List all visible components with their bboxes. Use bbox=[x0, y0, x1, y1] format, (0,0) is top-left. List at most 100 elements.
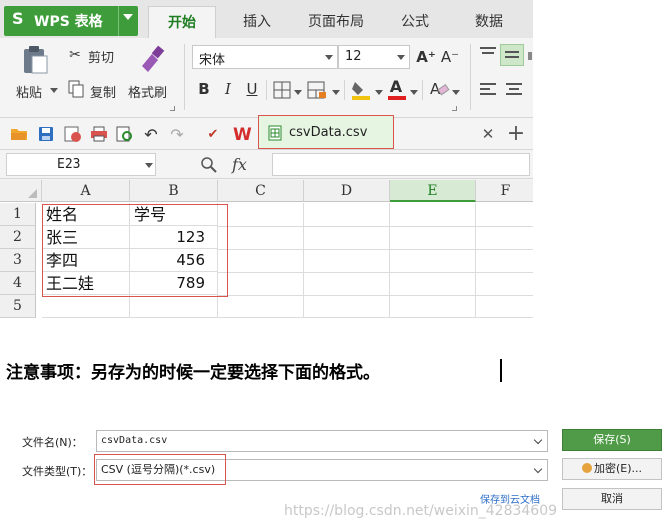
cells-column-d[interactable] bbox=[304, 203, 390, 318]
note-text: 注意事项：另存为的时候一定要选择下面的格式。 bbox=[6, 363, 380, 383]
customize-qat-icon[interactable]: ✔ bbox=[204, 124, 222, 144]
filename-label: 文件名(N)： bbox=[22, 436, 83, 449]
bold-button[interactable]: B bbox=[194, 78, 214, 100]
tab-formulas[interactable]: 公式 bbox=[384, 6, 446, 38]
chevron-down-icon[interactable] bbox=[410, 90, 418, 95]
grid-line bbox=[218, 272, 533, 273]
align-left-icon[interactable] bbox=[478, 80, 498, 98]
copy-button[interactable]: 复制 bbox=[90, 82, 116, 101]
cells-column-e[interactable] bbox=[390, 203, 476, 318]
cancel-button[interactable]: 取消 bbox=[562, 488, 662, 510]
font-color-swatch bbox=[388, 96, 406, 100]
spreadsheet-file-icon bbox=[268, 125, 282, 141]
cells-column-c[interactable] bbox=[218, 203, 304, 318]
fill-color-icon[interactable] bbox=[350, 78, 372, 100]
column-header-b[interactable]: B bbox=[130, 180, 218, 202]
format-painter-button[interactable]: 格式刷 bbox=[128, 82, 167, 101]
row-header-2[interactable]: 2 bbox=[0, 226, 36, 249]
chevron-down-icon[interactable] bbox=[294, 90, 302, 95]
formula-input[interactable] bbox=[272, 153, 530, 176]
undo-icon[interactable]: ↶ bbox=[142, 124, 160, 144]
output-pdf-icon[interactable] bbox=[64, 126, 82, 142]
paste-button[interactable]: 粘贴 bbox=[16, 82, 42, 101]
tab-data[interactable]: 数据 bbox=[456, 6, 522, 38]
italic-button[interactable]: I bbox=[218, 78, 238, 100]
name-box[interactable]: E23 bbox=[6, 153, 156, 176]
column-header-e[interactable]: E bbox=[390, 180, 476, 202]
watermark: https://blog.csdn.net/weixin_42834609 bbox=[284, 503, 558, 519]
encrypt-button[interactable]: 加密(E)... bbox=[562, 458, 662, 480]
font-size-select[interactable]: 12 bbox=[338, 45, 410, 69]
divider bbox=[422, 80, 423, 100]
paste-icon[interactable] bbox=[20, 44, 50, 74]
insert-function-button[interactable]: fx bbox=[232, 155, 247, 174]
svg-text:W: W bbox=[233, 125, 252, 144]
underline-button[interactable]: U bbox=[242, 78, 262, 100]
tab-page-layout[interactable]: 页面布局 bbox=[296, 6, 376, 38]
tab-home[interactable]: 开始 bbox=[148, 6, 216, 38]
open-folder-icon[interactable] bbox=[10, 127, 28, 141]
grid-line bbox=[218, 295, 533, 296]
shield-icon bbox=[581, 463, 592, 473]
scissors-icon[interactable]: ✂ bbox=[66, 46, 84, 64]
zoom-search-icon[interactable] bbox=[200, 156, 218, 174]
save-button[interactable]: 保存(S) bbox=[562, 429, 662, 451]
shrink-font-button[interactable]: A⁻ bbox=[440, 46, 460, 68]
format-painter-icon[interactable] bbox=[138, 44, 166, 74]
column-header-a[interactable]: A bbox=[42, 180, 130, 202]
cut-button[interactable]: 剪切 bbox=[88, 47, 114, 66]
chevron-down-icon bbox=[397, 55, 405, 60]
copy-icon[interactable] bbox=[68, 80, 84, 98]
align-center-icon[interactable] bbox=[504, 80, 524, 98]
chevron-down-icon[interactable] bbox=[332, 90, 340, 95]
paste-dropdown-icon[interactable] bbox=[50, 88, 58, 93]
font-group-launcher-icon[interactable] bbox=[452, 106, 457, 111]
row-header-3[interactable]: 3 bbox=[0, 249, 36, 272]
filetype-highlight bbox=[94, 454, 226, 485]
redo-icon[interactable]: ↷ bbox=[168, 124, 186, 144]
chevron-down-icon bbox=[325, 55, 333, 60]
column-header-f[interactable]: F bbox=[476, 180, 533, 202]
chevron-down-icon[interactable] bbox=[145, 163, 153, 168]
chevron-down-icon[interactable] bbox=[533, 464, 543, 474]
border-icon[interactable] bbox=[272, 80, 292, 100]
name-box-value: E23 bbox=[57, 157, 81, 172]
data-range-highlight bbox=[42, 204, 228, 297]
chevron-down-icon[interactable] bbox=[375, 90, 383, 95]
filename-input[interactable]: csvData.csv bbox=[96, 430, 548, 452]
font-name-select[interactable]: 宋体 bbox=[192, 45, 338, 69]
cells-column-f[interactable] bbox=[476, 203, 533, 318]
close-tab-icon[interactable]: ✕ bbox=[476, 122, 500, 146]
grid-line bbox=[218, 249, 533, 250]
align-bottom-icon[interactable] bbox=[528, 52, 532, 60]
row-header-1[interactable]: 1 bbox=[0, 203, 36, 226]
clipboard-group-launcher-icon[interactable] bbox=[170, 106, 175, 111]
chevron-down-icon[interactable] bbox=[452, 90, 460, 95]
align-middle-button[interactable] bbox=[500, 44, 524, 66]
column-header-d[interactable]: D bbox=[304, 180, 390, 202]
font-color-icon[interactable]: A bbox=[386, 76, 406, 96]
font-size-value: 12 bbox=[345, 49, 362, 64]
save-icon[interactable] bbox=[38, 126, 54, 142]
select-all-corner[interactable] bbox=[0, 180, 42, 202]
app-menu-button[interactable]: S WPS 表格 bbox=[4, 6, 138, 36]
cell-b5[interactable] bbox=[130, 295, 218, 318]
chevron-down-icon[interactable] bbox=[123, 14, 133, 20]
row-header-5[interactable]: 5 bbox=[0, 295, 36, 318]
wps-w-logo-icon[interactable]: W bbox=[232, 124, 254, 144]
document-tab-label: csvData.csv bbox=[289, 125, 368, 140]
align-middle-icon bbox=[505, 51, 519, 58]
align-top-icon[interactable] bbox=[478, 46, 498, 62]
tab-insert[interactable]: 插入 bbox=[226, 6, 288, 38]
column-header-c[interactable]: C bbox=[218, 180, 304, 202]
print-preview-icon[interactable] bbox=[116, 126, 134, 142]
chevron-down-icon[interactable] bbox=[533, 435, 543, 445]
grow-font-button[interactable]: A⁺ bbox=[416, 46, 436, 68]
merge-cells-icon[interactable] bbox=[306, 80, 328, 100]
clear-format-icon[interactable]: A bbox=[428, 78, 450, 100]
document-tab[interactable]: csvData.csv bbox=[258, 115, 394, 149]
new-tab-icon[interactable]: + bbox=[504, 120, 528, 146]
row-header-4[interactable]: 4 bbox=[0, 272, 36, 295]
print-icon[interactable] bbox=[90, 126, 108, 142]
cell-a5[interactable] bbox=[42, 295, 130, 318]
